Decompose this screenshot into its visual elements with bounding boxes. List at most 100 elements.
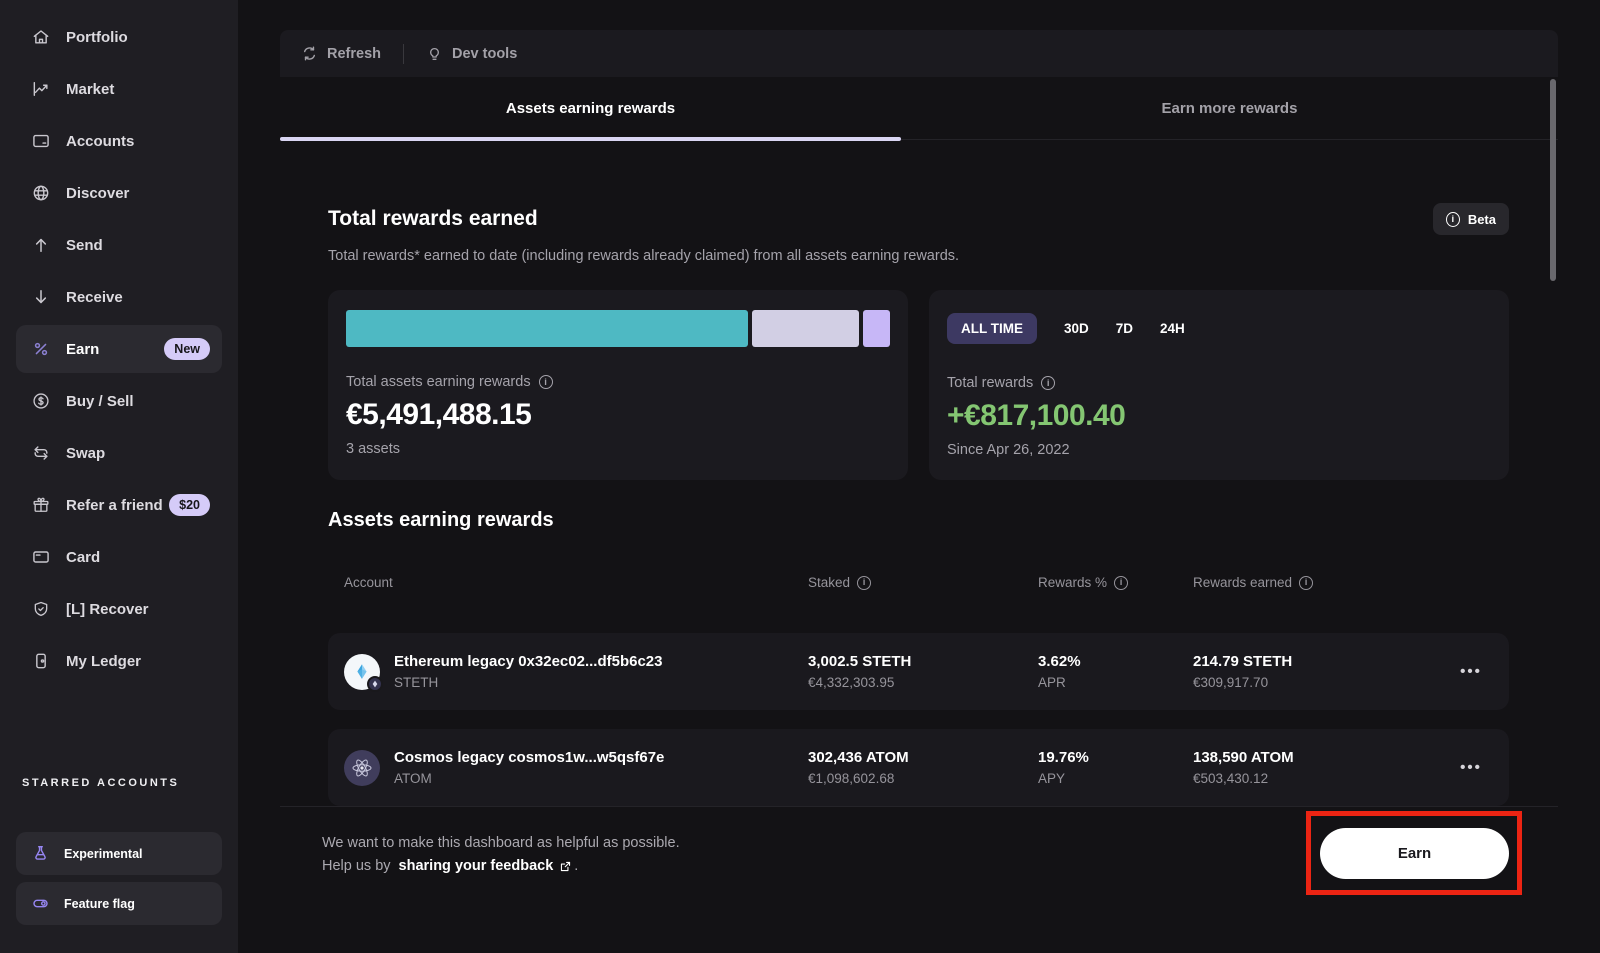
table-row-steth[interactable]: Ethereum legacy 0x32ec02...df5b6c23 STET… (328, 633, 1509, 710)
feedback-footer: We want to make this dashboard as helpfu… (280, 806, 1558, 953)
table-section-title: Assets earning rewards (328, 509, 1509, 532)
info-icon[interactable]: i (1299, 576, 1313, 590)
account-name: Cosmos legacy cosmos1w...w5qsf67e (394, 749, 664, 766)
account-ticker: STETH (394, 675, 663, 690)
experimental-label: Experimental (64, 847, 143, 861)
sidebar-item-label: Market (66, 81, 114, 98)
info-icon[interactable]: i (1041, 376, 1055, 390)
arrow-up-icon (31, 235, 51, 255)
dev-toolbar: Refresh Dev tools (280, 30, 1558, 77)
starred-accounts-label: STARRED ACCOUNTS (22, 777, 179, 789)
sidebar-item-my-ledger[interactable]: My Ledger (16, 637, 222, 685)
table-row-atom[interactable]: Cosmos legacy cosmos1w...w5qsf67e ATOM 3… (328, 729, 1509, 806)
swap-icon (31, 443, 51, 463)
sidebar-item-label: Card (66, 549, 100, 566)
sidebar-item-portfolio[interactable]: Portfolio (16, 13, 222, 61)
filter-24h[interactable]: 24H (1160, 321, 1185, 336)
feedback-link[interactable]: sharing your feedback (399, 858, 573, 874)
sidebar-item-recover[interactable]: [L] Recover (16, 585, 222, 633)
sidebar-item-label: Swap (66, 445, 105, 462)
toggle-icon (31, 894, 50, 913)
feature-flag-button[interactable]: Feature flag (16, 882, 222, 925)
sidebar-item-label: Receive (66, 289, 123, 306)
gift-icon (31, 495, 51, 515)
credit-card-icon (31, 547, 51, 567)
sidebar-item-refer[interactable]: Refer a friend $20 (16, 481, 222, 529)
percent-icon (31, 339, 51, 359)
total-assets-value: €5,491,488.15 (346, 398, 890, 432)
sidebar-item-discover[interactable]: Discover (16, 169, 222, 217)
filter-30d[interactable]: 30D (1064, 321, 1089, 336)
main-area: Refresh Dev tools Assets earning rewards… (238, 0, 1600, 953)
info-icon[interactable]: i (539, 375, 553, 389)
sidebar-item-label: Send (66, 237, 103, 254)
toolbar-divider (403, 44, 404, 64)
lightbulb-icon (426, 45, 443, 62)
sidebar-item-earn[interactable]: Earn New (16, 325, 222, 373)
allocation-segment-atom (752, 310, 859, 347)
rate-type: APR (1038, 675, 1193, 690)
sidebar-item-card[interactable]: Card (16, 533, 222, 581)
row-menu-button[interactable]: ••• (1460, 663, 1482, 680)
home-icon (31, 27, 51, 47)
page-title: Total rewards earned (328, 207, 538, 231)
staked-amount: 302,436 ATOM (808, 749, 1038, 766)
tab-assets-earning-rewards[interactable]: Assets earning rewards (280, 77, 901, 139)
filter-7d[interactable]: 7D (1116, 321, 1133, 336)
atom-asset-icon (344, 750, 380, 786)
sidebar-item-market[interactable]: Market (16, 65, 222, 113)
vertical-scrollbar[interactable] (1550, 79, 1556, 281)
sidebar-item-label: Accounts (66, 133, 134, 150)
steth-asset-icon (344, 654, 380, 690)
refresh-icon (301, 45, 318, 62)
time-filter-group: ALL TIME 30D 7D 24H (947, 313, 1491, 344)
sidebar-item-label: Earn (66, 341, 99, 358)
row-menu-button[interactable]: ••• (1460, 759, 1482, 776)
earn-button[interactable]: Earn (1320, 828, 1509, 879)
total-rewards-value: +€817,100.40 (947, 399, 1491, 433)
filter-all-time[interactable]: ALL TIME (947, 313, 1037, 344)
allocation-segment-other (863, 310, 890, 347)
sidebar-item-accounts[interactable]: Accounts (16, 117, 222, 165)
sidebar-item-swap[interactable]: Swap (16, 429, 222, 477)
table-header: Account Staked i Rewards % i Rewards ear… (328, 575, 1509, 590)
sidebar: Portfolio Market Accounts Discover Send (0, 0, 238, 953)
staked-value: €4,332,303.95 (808, 675, 1038, 690)
globe-icon (31, 183, 51, 203)
rewards-since: Since Apr 26, 2022 (947, 442, 1491, 458)
allocation-bar (346, 310, 890, 347)
header-account: Account (344, 575, 393, 590)
refresh-button[interactable]: Refresh (301, 45, 381, 62)
rewards-rate: 19.76% (1038, 749, 1193, 766)
new-badge: New (164, 338, 210, 360)
total-assets-card: Total assets earning rewards i €5,491,48… (328, 290, 908, 480)
refer-reward-badge: $20 (169, 494, 210, 516)
feedback-line2-suffix: . (574, 858, 578, 874)
ethereum-network-badge (367, 676, 383, 692)
header-rewards-pct: Rewards % (1038, 575, 1107, 590)
info-icon[interactable]: i (857, 576, 871, 590)
info-icon: i (1446, 212, 1460, 227)
sidebar-item-buy-sell[interactable]: Buy / Sell (16, 377, 222, 425)
tab-earn-more-rewards[interactable]: Earn more rewards (901, 77, 1558, 139)
sidebar-item-receive[interactable]: Receive (16, 273, 222, 321)
earned-value: €309,917.70 (1193, 675, 1433, 690)
refresh-label: Refresh (327, 46, 381, 62)
earned-value: €503,430.12 (1193, 771, 1433, 786)
dev-tools-label: Dev tools (452, 46, 517, 62)
staked-amount: 3,002.5 STETH (808, 653, 1038, 670)
beta-badge[interactable]: i Beta (1433, 203, 1509, 235)
sidebar-item-send[interactable]: Send (16, 221, 222, 269)
earned-amount: 138,590 ATOM (1193, 749, 1433, 766)
sidebar-item-label: Refer a friend (66, 497, 163, 514)
sidebar-item-label: My Ledger (66, 653, 141, 670)
earned-amount: 214.79 STETH (1193, 653, 1433, 670)
dev-tools-button[interactable]: Dev tools (426, 45, 517, 62)
market-chart-icon (31, 79, 51, 99)
experimental-button[interactable]: Experimental (16, 832, 222, 875)
account-ticker: ATOM (394, 771, 664, 786)
sidebar-item-label: [L] Recover (66, 601, 149, 618)
total-rewards-card: ALL TIME 30D 7D 24H Total rewards i +€81… (929, 290, 1509, 480)
info-icon[interactable]: i (1114, 576, 1128, 590)
feature-flag-label: Feature flag (64, 897, 135, 911)
